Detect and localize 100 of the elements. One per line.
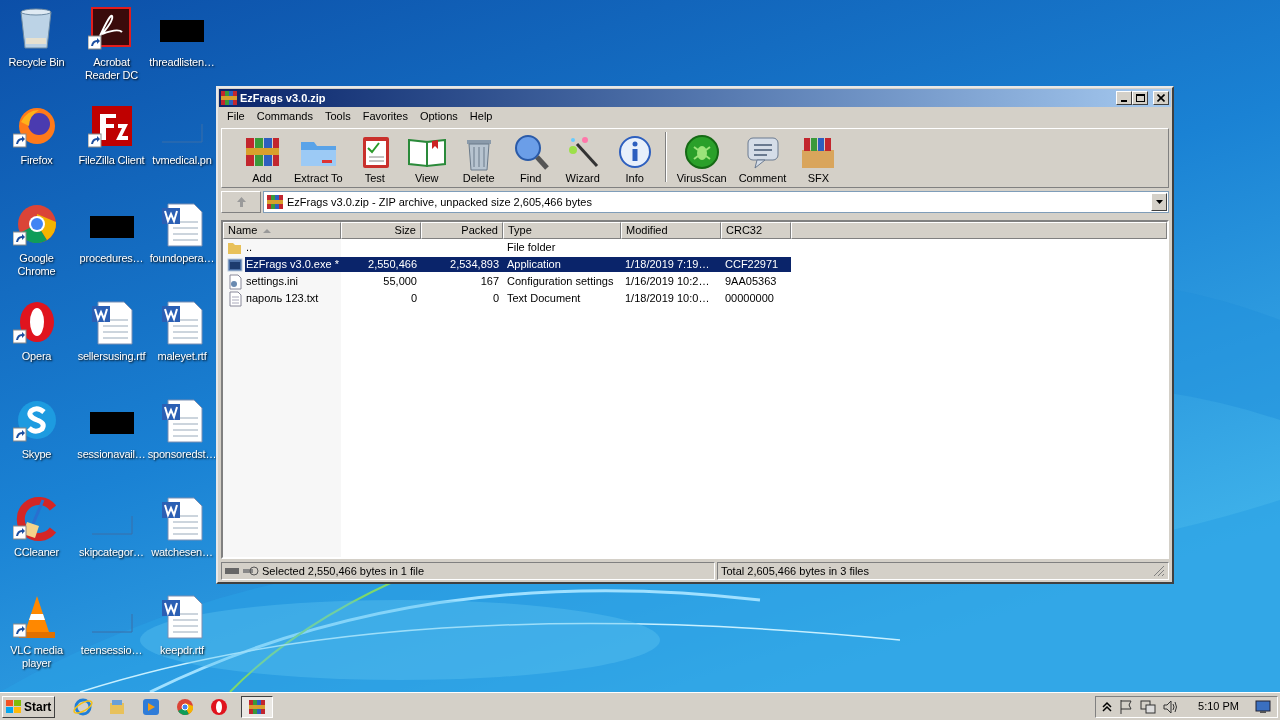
desktop-icon-label: sellersusing.rtf (76, 350, 147, 363)
close-button[interactable] (1153, 91, 1169, 105)
desktop-icon-label: Google Chrome (16, 252, 57, 278)
menu-item[interactable]: Tools (319, 108, 357, 125)
close-icon (1157, 94, 1165, 102)
address-field[interactable]: EzFrags v3.0.zip - ZIP archive, unpacked size 2,605,466 bytes (263, 191, 1169, 213)
up-button[interactable] (221, 191, 261, 213)
show-desktop-icon[interactable] (1255, 699, 1271, 714)
desktop-icon-label: Recycle Bin (7, 56, 66, 69)
desktop-icon-label: foundopera… (148, 252, 216, 265)
maximize-button[interactable] (1132, 91, 1148, 105)
table-cell-text: 1/16/2019 10:2… (624, 274, 711, 289)
windows-flag-icon (6, 699, 22, 714)
desktop-icon-label: Acrobat Reader DC (83, 56, 140, 82)
table-cell: 1/18/2019 7:19… (621, 257, 721, 272)
taskbar-button[interactable] (241, 695, 274, 718)
table-cell-text: 167 (479, 274, 500, 289)
table-cell-text: 0 (409, 291, 418, 306)
column-header[interactable]: Modified (621, 222, 721, 239)
column-header[interactable]: Packed (421, 222, 503, 239)
table-cell: 2,550,466 (341, 257, 421, 272)
up-arrow-icon (235, 196, 247, 208)
media-icon (141, 696, 162, 717)
file-name[interactable]: .. (245, 240, 341, 255)
menu-item[interactable]: Help (463, 108, 499, 125)
window-title: EzFrags v3.0.zip (240, 90, 327, 106)
desktop-icon-label: Skype (20, 448, 53, 461)
toolbar-button[interactable]: Add (236, 132, 288, 185)
desktop-icon-label: FileZilla Client (77, 154, 146, 167)
resize-grip-icon (1153, 565, 1165, 577)
toolbar-button[interactable]: Test (348, 132, 401, 185)
table-cell-text: 0 (491, 291, 500, 306)
table-cell-text: 9AA05363 (724, 274, 778, 289)
toolbar-button[interactable]: Comment (732, 132, 793, 185)
minimize-icon (1121, 100, 1127, 102)
status-text: Total 2,605,466 bytes in 3 files (721, 563, 870, 579)
menu-item[interactable]: Favorites (356, 108, 414, 125)
desktop-icon-label: tvmedical.pn (151, 154, 213, 167)
desktop-icon-label: keepdr.rtf (159, 644, 205, 657)
flag-icon[interactable] (1118, 698, 1135, 715)
sort-arrow-icon (263, 228, 272, 233)
file-name[interactable]: settings.ini (245, 274, 341, 289)
desktop-icon-label: teensessio… (79, 644, 144, 657)
archive-icon (221, 91, 237, 105)
chrome-icon (175, 696, 196, 717)
archive-icon (267, 195, 283, 209)
desktop-icon-label: maleyet.rtf (156, 350, 208, 363)
menu-item[interactable]: Options (413, 108, 464, 125)
network-icon[interactable] (1140, 698, 1157, 715)
column-header[interactable]: Size (341, 222, 421, 239)
toolbar-button[interactable]: View (400, 132, 453, 185)
desktop-icon-label: CCleaner (13, 546, 60, 559)
toolbar-button[interactable]: Extract To (288, 132, 349, 185)
drive-icon (225, 566, 259, 576)
desktop-icon-label: Opera (20, 350, 53, 363)
maximize-icon (1135, 94, 1145, 102)
start-button[interactable]: Start (2, 695, 56, 718)
exe-file-icon (227, 256, 243, 273)
caret-icon (1155, 200, 1163, 204)
table-cell: CCF22971 (721, 257, 791, 272)
desktop-icon-label: sponsoredst… (146, 448, 218, 461)
column-header[interactable]: Name (223, 222, 341, 239)
minimize-button[interactable] (1116, 91, 1132, 105)
desktop-icon-label: VLC media player (9, 644, 64, 670)
desktop-icon-label: skipcategor… (78, 546, 145, 559)
toolbar-button[interactable]: Find (504, 132, 557, 185)
toolbar-button[interactable]: Delete (452, 132, 505, 185)
desktop-icon-label: watchesen… (150, 546, 214, 559)
file-name[interactable]: EzFrags v3.0.exe * (245, 257, 341, 272)
ie-icon (73, 696, 94, 717)
desktop-icon-label: Firefox (19, 154, 54, 167)
column-header[interactable]: Type (503, 222, 621, 239)
speaker-icon[interactable] (1162, 698, 1179, 715)
toolbar-button[interactable]: Info (608, 132, 661, 185)
table-cell: 2,534,893 (421, 257, 503, 272)
status-text: Selected 2,550,466 bytes in 1 file (262, 563, 425, 579)
table-cell-text: Text Document (506, 291, 582, 306)
table-cell-text: File folder (506, 240, 557, 255)
table-cell-text: Configuration settings (506, 274, 615, 289)
toolbar-button[interactable]: SFX (792, 132, 845, 185)
table-cell-text: 1/18/2019 10:0… (624, 291, 711, 306)
desktop-icon-label: threadlisten… (148, 56, 216, 69)
dropdown-button[interactable] (1151, 193, 1167, 211)
desktop-icon-label: procedures… (78, 252, 145, 265)
chevron-up-icon[interactable] (1102, 700, 1113, 713)
table-cell-text: 55,000 (382, 274, 418, 289)
menu-item[interactable]: Commands (250, 108, 319, 125)
desktop-icon-label: sessionavail… (76, 448, 147, 461)
toolbar-button[interactable]: Wizard (556, 132, 609, 185)
column-header[interactable]: CRC32 (721, 222, 791, 239)
table-cell: Application (503, 257, 621, 272)
toolbar-button[interactable]: VirusScan (670, 132, 733, 185)
clock[interactable]: 5:10 PM (1198, 698, 1239, 715)
opera-icon (209, 696, 230, 717)
file-name[interactable]: пароль 123.txt (245, 291, 341, 306)
ini-file-icon (227, 273, 243, 290)
table-cell-text: 00000000 (724, 291, 775, 306)
address-text: EzFrags v3.0.zip - ZIP archive, unpacked size 2,605,466 bytes (287, 194, 593, 210)
txt-file-icon (227, 290, 243, 307)
menu-item[interactable]: File (221, 108, 251, 125)
